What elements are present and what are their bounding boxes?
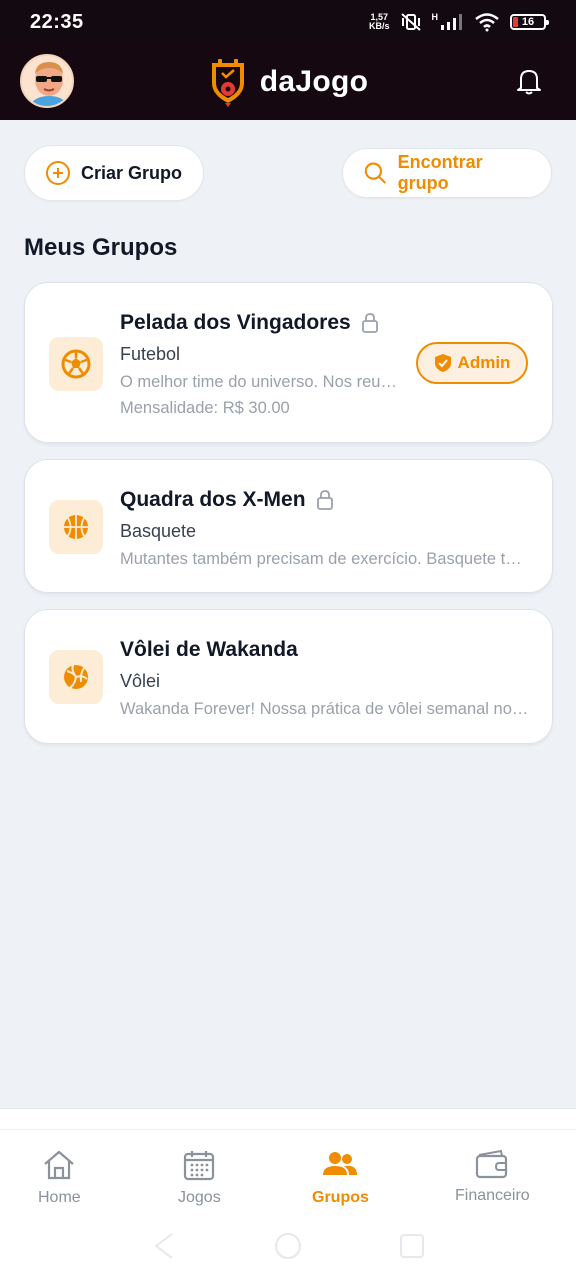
nav-jogos[interactable]: Jogos [178, 1149, 221, 1207]
vibrate-mute-icon [400, 13, 421, 31]
nav-financeiro[interactable]: Financeiro [455, 1149, 530, 1205]
group-name-text: Vôlei de Wakanda [120, 638, 298, 661]
group-name-text: Pelada dos Vingadores [120, 311, 351, 334]
bell-icon[interactable] [514, 66, 544, 96]
wifi-icon [475, 13, 499, 32]
section-title: Meus Grupos [24, 234, 178, 261]
wallet-icon [476, 1149, 508, 1179]
shield-ball-logo [211, 59, 244, 107]
group-fee: Mensalidade: R$ 30.00 [120, 399, 290, 417]
signal-icon [441, 14, 462, 30]
battery-level: 16 [521, 16, 535, 28]
brand: daJogo [208, 57, 368, 107]
app-name: daJogo [259, 65, 369, 98]
group-sport: Basquete [120, 521, 197, 541]
group-sport: Futebol [120, 344, 181, 364]
status-bar: 22:35 1,57 KB/s H 16 [0, 0, 576, 44]
basketball-glyph [64, 515, 88, 539]
nav-grupos[interactable]: Grupos [312, 1149, 369, 1207]
nav-financeiro-label: Financeiro [455, 1187, 530, 1204]
group-sport: Vôlei [120, 671, 161, 691]
status-time: 22:35 [30, 10, 84, 33]
nav-jogos-label: Jogos [178, 1189, 221, 1206]
group-description: Wakanda Forever! Nossa prática de vôlei … [120, 700, 530, 718]
users-icon [323, 1152, 358, 1175]
search-icon [364, 162, 386, 184]
signal-type: H [431, 12, 439, 22]
create-group-button[interactable]: Criar Grupo [24, 145, 204, 201]
nav-divider [0, 1129, 576, 1130]
lock-icon [316, 490, 333, 510]
group-name: Quadra dos X-Men [120, 488, 334, 512]
group-description: O melhor time do universo. Nos reunimos … [120, 373, 400, 391]
group-description: Mutantes também precisam de exercício. B… [120, 550, 530, 568]
nav-home-label: Home [38, 1189, 81, 1206]
app-header: daJogo [0, 44, 576, 120]
nav-home[interactable]: Home [38, 1149, 81, 1207]
soccer-ball-icon [49, 337, 103, 391]
status-icons: 1,57 KB/s H 16 [369, 12, 549, 32]
find-group-button[interactable]: Encontrar grupo [342, 148, 552, 198]
find-group-label: Encontrar grupo [397, 152, 483, 193]
group-card[interactable]: Quadra dos X-Men Basquete Mutantes també… [24, 459, 553, 593]
group-card[interactable]: Vôlei de Wakanda Vôlei Wakanda Forever! … [24, 609, 553, 744]
plus-circle-icon [46, 161, 70, 185]
admin-badge-label: Admin [457, 353, 511, 372]
volleyball-glyph [64, 664, 88, 689]
group-card[interactable]: Pelada dos Vingadores Futebol O melhor t… [24, 282, 553, 443]
user-avatar[interactable] [20, 54, 74, 108]
volleyball-icon [49, 650, 103, 704]
system-nav-bar [154, 1233, 424, 1259]
battery-icon: 16 [510, 14, 549, 30]
group-name: Pelada dos Vingadores [120, 311, 379, 335]
calendar-icon [184, 1151, 215, 1181]
bell-glyph [517, 70, 541, 95]
soccer-ball-glyph [61, 349, 91, 379]
shield-check-icon [434, 354, 451, 372]
avatar-illustration [22, 56, 72, 106]
home-icon [44, 1150, 75, 1180]
admin-badge: Admin [416, 342, 528, 384]
network-speed: 1,57 KB/s [369, 13, 390, 31]
create-group-label: Criar Grupo [81, 162, 183, 183]
basketball-icon [49, 500, 103, 554]
nav-grupos-label: Grupos [312, 1189, 369, 1206]
network-speed-unit: KB/s [368, 21, 390, 31]
lock-icon [361, 313, 378, 333]
group-name: Vôlei de Wakanda [120, 638, 298, 662]
group-name-text: Quadra dos X-Men [120, 488, 306, 511]
